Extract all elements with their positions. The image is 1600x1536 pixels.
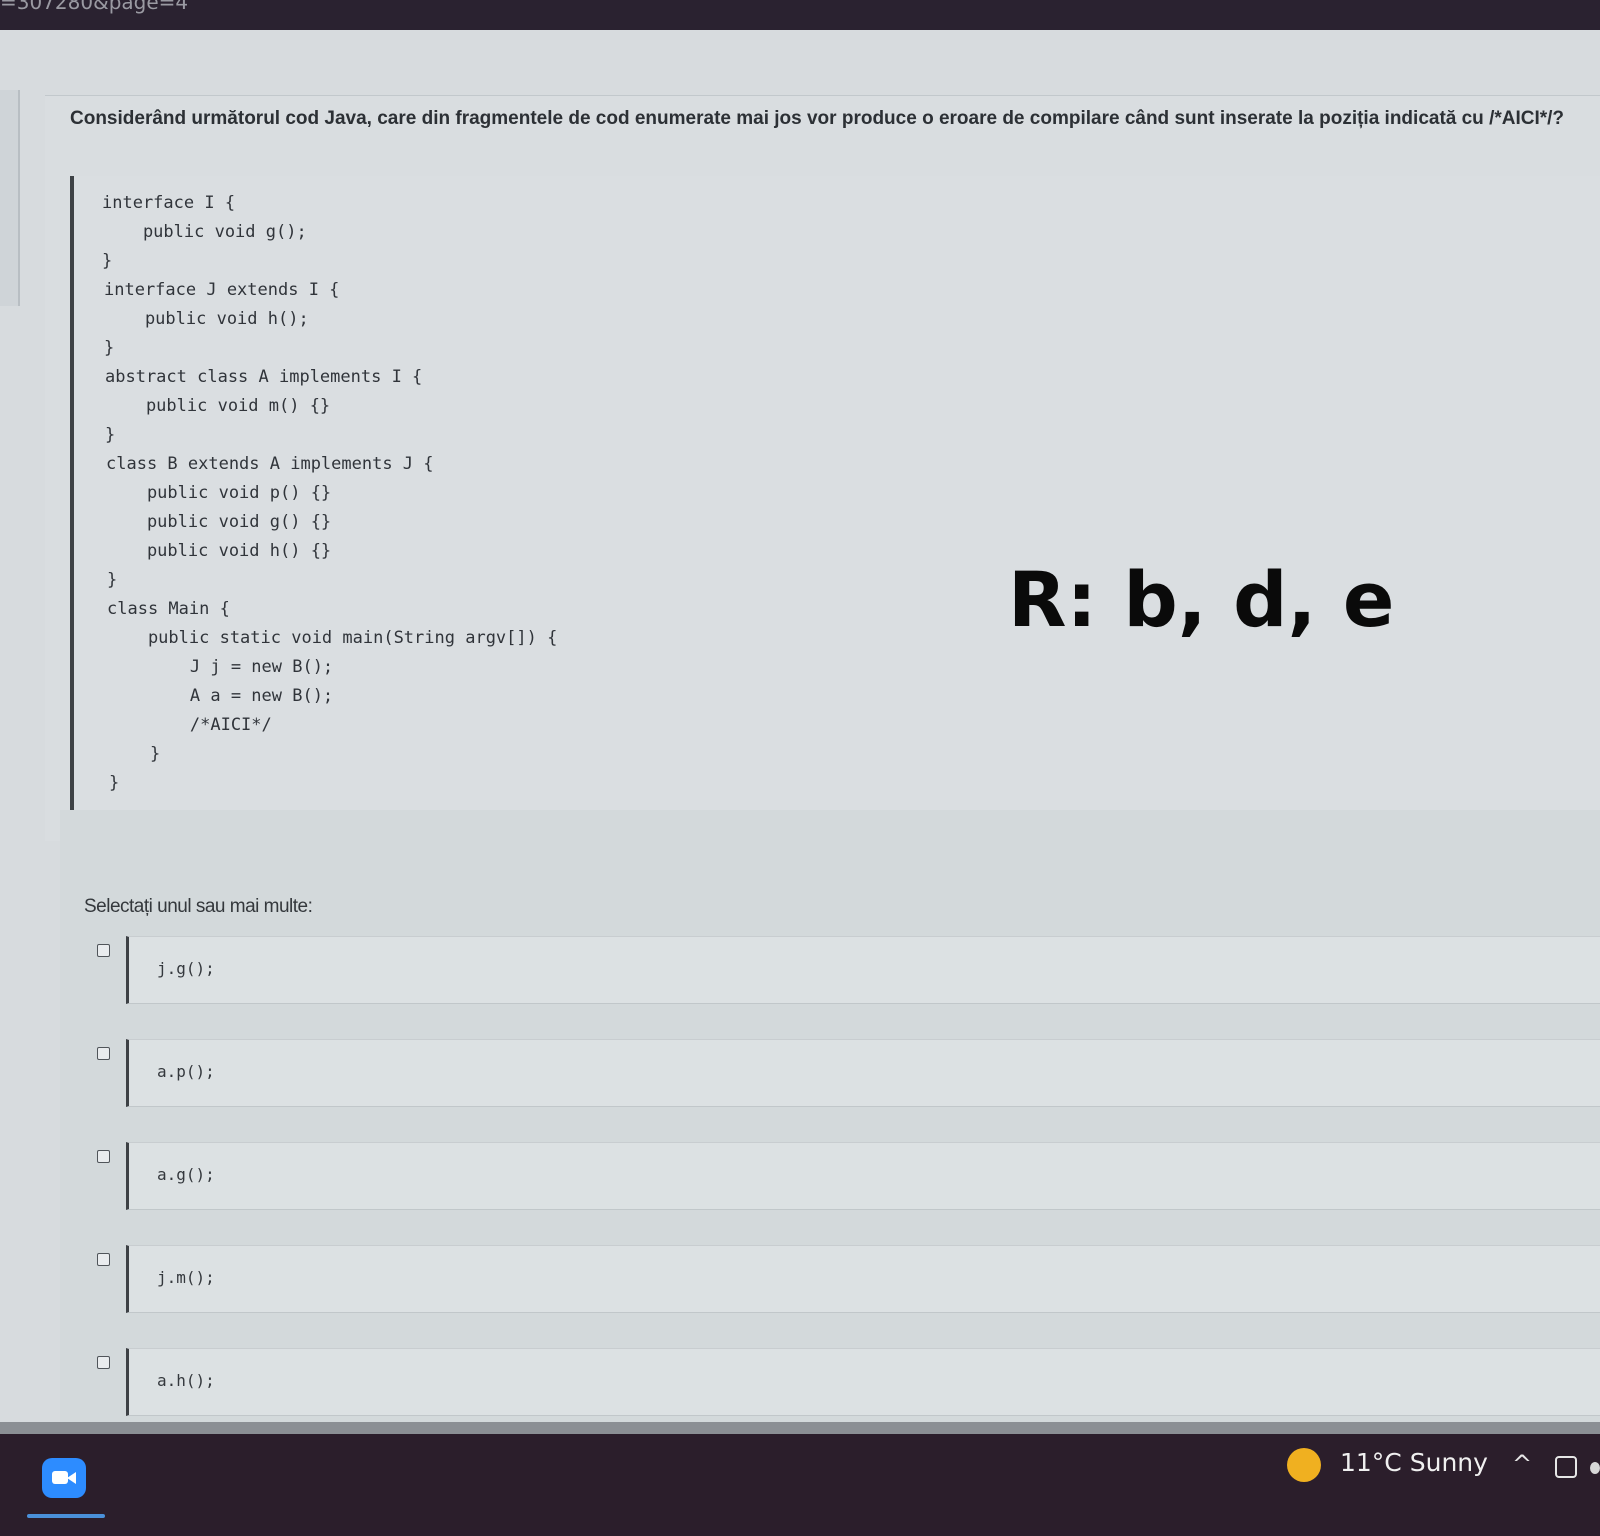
url-fragment: =307280&page=4: [0, 0, 189, 14]
handwritten-answer-note: R: b, d, e: [1008, 555, 1395, 644]
answer-options-area: Selectați unul sau mai multe: j.g(); a.p…: [60, 810, 1600, 1422]
code-line: }: [102, 251, 113, 271]
meet-now-icon[interactable]: [1555, 1456, 1577, 1478]
option-checkbox[interactable]: [97, 1047, 110, 1060]
code-block: interface I { public void g(); } interfa…: [70, 176, 1600, 831]
camera-icon-body: [52, 1471, 68, 1484]
option-code-box[interactable]: j.m();: [126, 1245, 1600, 1313]
code-line: abstract class A implements I {: [105, 367, 423, 387]
code-line: }: [107, 570, 118, 590]
answer-option-d[interactable]: j.m();: [60, 1245, 1600, 1317]
option-code: j.m();: [157, 1268, 215, 1287]
code-line: public void h() {}: [106, 541, 332, 561]
code-line: }: [104, 338, 115, 358]
select-prompt: Selectați unul sau mai multe:: [84, 896, 313, 917]
active-app-indicator: [27, 1514, 105, 1518]
code-line: J j = new B();: [108, 657, 334, 677]
answer-option-c[interactable]: a.g();: [60, 1142, 1600, 1214]
browser-address-strip: =307280&page=4: [0, 0, 1600, 30]
code-line: A a = new B();: [108, 686, 334, 706]
option-code-box[interactable]: a.p();: [126, 1039, 1600, 1107]
zoom-app-icon[interactable]: [42, 1458, 86, 1498]
option-checkbox[interactable]: [97, 1150, 110, 1163]
code-line: }: [105, 425, 116, 445]
code-line: public void h();: [104, 309, 309, 329]
chevron-up-icon[interactable]: ^: [1512, 1450, 1532, 1478]
option-checkbox[interactable]: [97, 1253, 110, 1266]
question-panel: Considerând următorul cod Java, care din…: [45, 95, 1600, 841]
windows-taskbar: 11°C Sunny ^: [0, 1422, 1600, 1536]
code-line: public void g();: [102, 222, 307, 242]
camera-icon-lens: [67, 1472, 76, 1484]
code-line: interface J extends I {: [104, 280, 340, 300]
tray-partial-icon[interactable]: [1590, 1462, 1600, 1474]
code-line: /*AICI*/: [108, 715, 272, 735]
weather-widget[interactable]: 11°C Sunny: [1340, 1448, 1488, 1477]
option-code: j.g();: [157, 959, 215, 978]
sun-icon[interactable]: [1287, 1448, 1321, 1482]
code-line: }: [109, 773, 120, 793]
code-line: public void g() {}: [106, 512, 332, 532]
option-checkbox[interactable]: [97, 1356, 110, 1369]
code-line: interface I {: [102, 193, 236, 213]
option-checkbox[interactable]: [97, 944, 110, 957]
weather-condition: Sunny: [1409, 1448, 1488, 1477]
weather-temperature: 11°C: [1340, 1448, 1402, 1477]
option-code: a.p();: [157, 1062, 215, 1081]
option-code: a.g();: [157, 1165, 215, 1184]
code-line: }: [109, 744, 161, 764]
answer-option-a[interactable]: j.g();: [60, 936, 1600, 1008]
answer-option-b[interactable]: a.p();: [60, 1039, 1600, 1111]
code-line: class Main {: [107, 599, 230, 619]
question-text: Considerând următorul cod Java, care din…: [70, 108, 1565, 129]
code-line: public void p() {}: [106, 483, 332, 503]
quiz-page: Considerând următorul cod Java, care din…: [0, 30, 1600, 1422]
left-nav-strip: [0, 90, 20, 306]
screen-bezel-edge: [0, 1422, 1600, 1434]
option-code-box[interactable]: a.h();: [126, 1348, 1600, 1416]
code-line: class B extends A implements J {: [106, 454, 434, 474]
option-code-box[interactable]: j.g();: [126, 936, 1600, 1004]
option-code: a.h();: [157, 1371, 215, 1390]
code-line: public static void main(String argv[]) {: [107, 628, 558, 648]
option-code-box[interactable]: a.g();: [126, 1142, 1600, 1210]
code-line: public void m() {}: [105, 396, 331, 416]
answer-option-e[interactable]: a.h();: [60, 1348, 1600, 1420]
